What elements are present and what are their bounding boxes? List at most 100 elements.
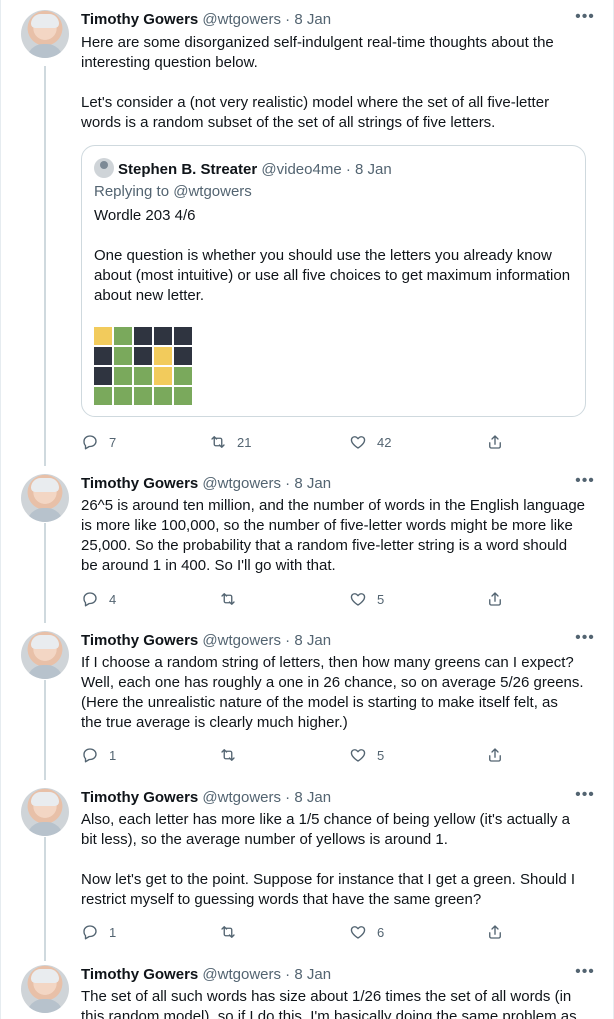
reply-count: 1: [109, 747, 117, 763]
share-icon: [489, 748, 501, 762]
more-options-icon[interactable]: •••: [573, 473, 597, 494]
more-options-icon[interactable]: •••: [573, 787, 597, 808]
retweet-icon: [221, 593, 235, 605]
tweet-header: Timothy Gowers @wtgowers · 8 Jan •••: [81, 473, 597, 496]
wordle-cell-black: [94, 367, 112, 385]
wordle-cell-green: [134, 367, 152, 385]
retweet-button[interactable]: [219, 588, 247, 610]
like-count: 42: [377, 434, 392, 450]
like-button[interactable]: 42: [349, 431, 391, 453]
avatar[interactable]: [21, 474, 69, 522]
tweet[interactable]: Timothy Gowers @wtgowers · 8 Jan ••• If …: [1, 630, 614, 771]
quoted-tweet-header: Stephen B. Streater @video4me · 8 Jan: [94, 158, 392, 180]
more-options-icon[interactable]: •••: [573, 9, 597, 30]
author-handle[interactable]: @wtgowers: [202, 632, 281, 649]
quoted-tweet-text: Wordle 203 4/6 One question is whether y…: [94, 207, 571, 304]
tweet[interactable]: Timothy Gowers @wtgowers · 8 Jan ••• 26^…: [1, 473, 614, 614]
reply-icon: [83, 592, 97, 607]
wordle-cell-black: [174, 327, 192, 345]
quoted-avatar: [94, 158, 114, 178]
retweet-button[interactable]: [219, 921, 247, 943]
wordle-cell-green: [114, 367, 132, 385]
tweet-header: Timothy Gowers @wtgowers · 8 Jan •••: [81, 9, 597, 32]
author-name[interactable]: Timothy Gowers: [81, 632, 198, 649]
author-name[interactable]: Timothy Gowers: [81, 789, 198, 806]
tweet-date[interactable]: 8 Jan: [294, 966, 331, 983]
reply-count: 4: [109, 591, 117, 607]
share-icon: [489, 435, 501, 449]
wordle-cell-yellow: [154, 347, 172, 365]
wordle-cell-green: [154, 387, 172, 405]
wordle-cell-green: [114, 347, 132, 365]
author-handle[interactable]: @wtgowers: [202, 475, 281, 492]
like-button[interactable]: 5: [349, 588, 384, 610]
tweet-header: Timothy Gowers @wtgowers · 8 Jan •••: [81, 630, 597, 653]
more-options-icon[interactable]: •••: [573, 965, 597, 985]
tweet-actions: 1 6: [81, 921, 511, 943]
retweet-icon: [221, 926, 235, 938]
author-handle[interactable]: @wtgowers: [202, 11, 281, 28]
retweet-button[interactable]: 21: [209, 431, 251, 453]
wordle-cell-black: [134, 327, 152, 345]
reply-icon: [83, 435, 97, 450]
share-button[interactable]: [486, 921, 504, 943]
like-count: 6: [377, 924, 385, 940]
reply-button[interactable]: 7: [81, 431, 116, 453]
quoted-author-name: Stephen B. Streater: [118, 161, 258, 178]
tweet[interactable]: Timothy Gowers @wtgowers · 8 Jan ••• The…: [1, 965, 614, 1019]
retweet-count: 21: [237, 434, 252, 450]
author-name[interactable]: Timothy Gowers: [81, 475, 198, 492]
tweet-date[interactable]: 8 Jan: [294, 475, 331, 492]
reply-button[interactable]: 1: [81, 921, 116, 943]
thread-frame: Timothy Gowers @wtgowers · 8 Jan ••• Her…: [0, 0, 614, 1019]
share-button[interactable]: [486, 431, 504, 453]
like-count: 5: [377, 591, 385, 607]
heart-icon: [350, 749, 366, 762]
share-icon: [489, 925, 501, 939]
tweet-text: If I choose a random string of letters, …: [81, 654, 584, 731]
like-button[interactable]: 6: [349, 921, 384, 943]
tweet-date[interactable]: 8 Jan: [294, 632, 331, 649]
separator-dot: ·: [281, 11, 295, 28]
tweet-date[interactable]: 8 Jan: [294, 789, 331, 806]
separator-dot: ·: [281, 789, 295, 806]
author-name[interactable]: Timothy Gowers: [81, 11, 198, 28]
more-options-icon[interactable]: •••: [573, 630, 597, 651]
tweet[interactable]: Timothy Gowers @wtgowers · 8 Jan ••• Her…: [1, 9, 614, 460]
avatar[interactable]: [21, 631, 69, 679]
retweet-button[interactable]: [219, 744, 247, 766]
avatar[interactable]: [21, 10, 69, 58]
share-button[interactable]: [486, 588, 504, 610]
reply-button[interactable]: 4: [81, 588, 116, 610]
author-handle[interactable]: @wtgowers: [202, 789, 281, 806]
tweet[interactable]: Timothy Gowers @wtgowers · 8 Jan ••• Als…: [1, 787, 614, 948]
tweet-actions: 4 5: [81, 588, 511, 610]
wordle-cell-green: [114, 387, 132, 405]
heart-icon: [350, 436, 366, 449]
tweet-text: Also, each letter has more like a 1/5 ch…: [81, 811, 576, 908]
avatar[interactable]: [21, 788, 69, 836]
wordle-cell-black: [94, 347, 112, 365]
tweet-header: Timothy Gowers @wtgowers · 8 Jan •••: [81, 965, 597, 987]
reply-button[interactable]: 1: [81, 744, 116, 766]
wordle-cell-black: [174, 347, 192, 365]
wordle-cell-yellow: [154, 367, 172, 385]
avatar[interactable]: [21, 965, 69, 1013]
like-button[interactable]: 5: [349, 744, 384, 766]
replying-to: Replying to @wtgowers: [94, 183, 252, 200]
like-count: 5: [377, 747, 385, 763]
wordle-cell-green: [174, 387, 192, 405]
reply-count: 7: [109, 434, 117, 450]
separator-dot: ·: [281, 632, 295, 649]
wordle-cell-black: [154, 327, 172, 345]
tweet-actions: 7 21 42: [81, 431, 511, 453]
quoted-author-handle: @video4me: [261, 161, 342, 178]
share-button[interactable]: [486, 744, 504, 766]
share-icon: [489, 592, 501, 606]
tweet-header: Timothy Gowers @wtgowers · 8 Jan •••: [81, 787, 597, 810]
tweet-date[interactable]: 8 Jan: [294, 11, 331, 28]
author-handle[interactable]: @wtgowers: [202, 966, 281, 983]
reply-count: 1: [109, 924, 117, 940]
author-name[interactable]: Timothy Gowers: [81, 966, 198, 983]
quoted-tweet[interactable]: Stephen B. Streater @video4me · 8 Jan Re…: [81, 145, 586, 417]
